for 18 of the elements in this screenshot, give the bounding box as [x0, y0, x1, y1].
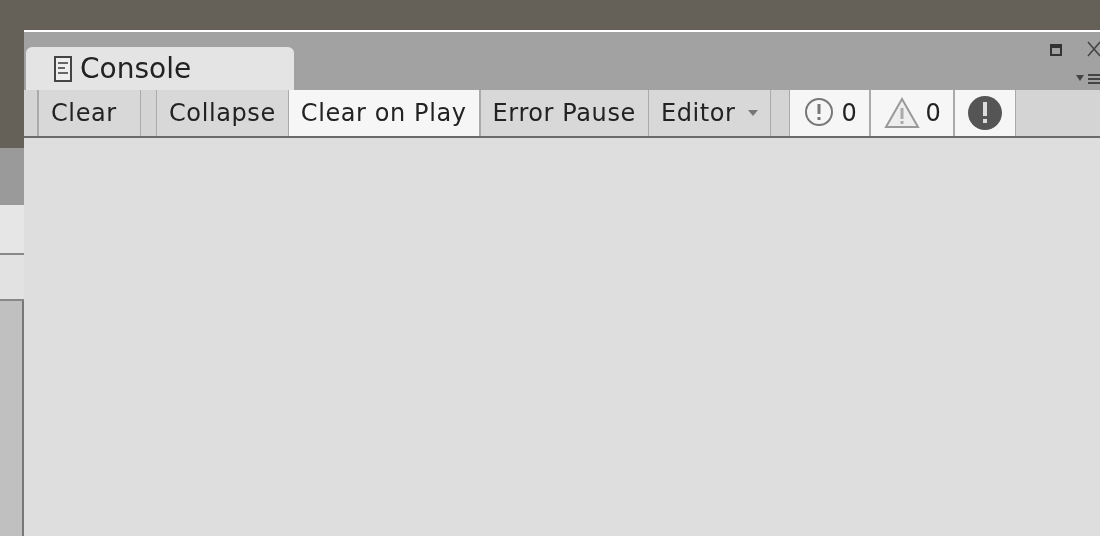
toggle-button[interactable]: Error Pause — [479, 90, 649, 136]
log-filter-toggle[interactable] — [954, 90, 1017, 136]
clear-button[interactable]: Clear — [38, 90, 141, 136]
maximize-icon[interactable] — [1050, 44, 1062, 56]
menu-icon[interactable] — [1074, 72, 1100, 86]
side-panel — [0, 148, 24, 205]
log-filter-toggle[interactable]: 0 — [870, 90, 955, 136]
console-tab[interactable]: Console — [26, 47, 294, 90]
document-icon — [54, 55, 72, 82]
editor-dropdown[interactable]: Editor — [648, 90, 771, 136]
caret-icon — [747, 110, 758, 116]
toggle-button[interactable]: Clear on Play — [288, 90, 480, 136]
side-panel — [0, 205, 24, 255]
toggle-button[interactable]: Collapse — [156, 90, 289, 136]
warning-icon — [883, 96, 922, 130]
error-icon — [967, 95, 1004, 131]
log-filter-toggle[interactable]: 0 — [788, 90, 871, 136]
close-icon[interactable] — [1086, 40, 1100, 58]
